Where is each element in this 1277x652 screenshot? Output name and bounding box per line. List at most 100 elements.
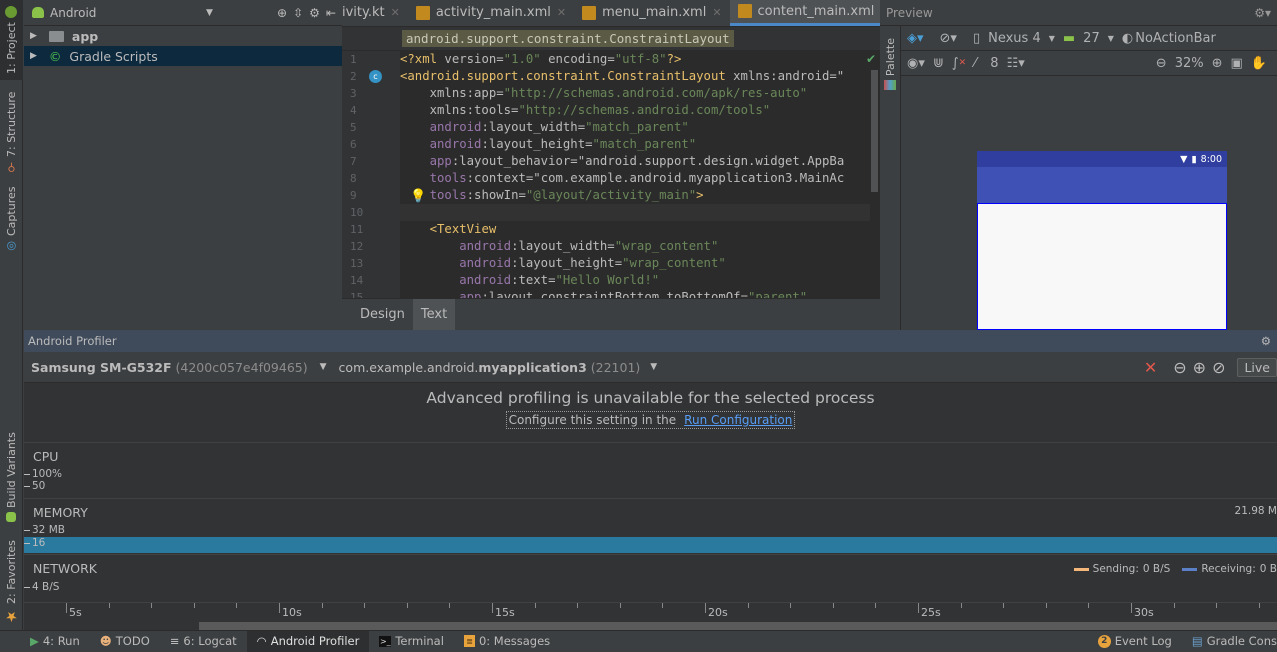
tool-tab-terminal[interactable]: >_ Terminal [369,631,454,652]
zoom-out-icon[interactable]: ⊖ [1156,56,1167,71]
code-line[interactable]: <?xml version="1.0" encoding="utf-8"?> [400,51,870,68]
tree-item-app[interactable]: ▶ app [24,26,342,46]
device-preview[interactable]: ▼ ▮ 8:00 [977,151,1227,330]
tool-tab-favorites[interactable]: ★ 2: Favorites [0,540,23,625]
tool-tab-build-variants-label: Build Variants [5,432,18,509]
code-area[interactable]: <?xml version="1.0" encoding="utf-8"?> <a… [400,51,870,298]
theme-selector[interactable]: NoActionBar [1135,31,1216,46]
zoom-out-icon[interactable]: ⊖ [1173,358,1186,377]
tree-item-gradle-scripts[interactable]: ▶ © Gradle Scripts [24,46,342,66]
code-line[interactable]: android:layout_width="wrap_content" [400,238,870,255]
gear-icon[interactable]: ⚙ [1261,334,1271,348]
editor-tab[interactable]: menu_main.xml ✕ [574,0,729,26]
code-line[interactable]: app:layout_behavior="android.support.des… [400,153,870,170]
tool-tab-messages[interactable]: ≣ 0: Messages [454,631,560,652]
memory-title: MEMORY [33,505,88,520]
gear-icon[interactable]: ⚙▾ [1254,6,1271,20]
code-line[interactable]: android:text="Hello World!" [400,272,870,289]
reset-zoom-icon[interactable]: ⊘ [1212,358,1225,377]
timeline-tick [1216,603,1218,608]
device-selector[interactable]: Nexus 4 [988,31,1041,46]
lightbulb-icon[interactable]: 💡 [410,189,426,204]
pan-hand-icon[interactable]: ✋ [1251,56,1267,71]
magnet-icon[interactable]: ⋓ [933,56,944,71]
timeline-scrollbar[interactable] [199,622,1277,630]
code-line[interactable]: app:layout_constraintBottom_toBottomOf="… [400,289,870,298]
clear-constraints-icon[interactable]: ∫ ✕ [952,56,966,71]
code-line[interactable]: android:layout_width="match_parent" [400,119,870,136]
zoom-in-icon[interactable]: ⊕ [1193,358,1206,377]
eye-icon[interactable]: ◉▾ [907,56,925,71]
stop-session-icon[interactable]: ✕ [1144,358,1157,377]
timeline-tick [151,603,153,608]
editor-tab[interactable]: ivity.kt ✕ [342,0,408,26]
code-line[interactable]: android:layout_height="wrap_content" [400,255,870,272]
process-selector[interactable]: com.example.android.myapplication3 (2210… [339,360,641,375]
project-view-selector[interactable]: Android [50,6,200,20]
breadcrumb-item[interactable]: android.support.constraint.ConstraintLay… [402,30,734,47]
memory-track[interactable]: MEMORY 21.98 M 32 MB 16 [24,499,1277,555]
run-configuration-link[interactable]: Run Configuration [684,413,792,427]
code-line[interactable]: <TextView [400,221,870,238]
network-title: NETWORK [33,561,97,576]
close-icon[interactable]: ✕ [557,6,566,19]
tab-text[interactable]: Text [412,299,456,330]
cpu-title: CPU [33,449,59,464]
hide-panel-icon[interactable]: ⇤ [326,6,336,20]
live-button[interactable]: Live [1237,357,1277,377]
tool-tab-captures[interactable]: ◎ Captures [0,185,23,255]
tool-tab-structure[interactable]: ⚲ 7: Structure [0,90,23,175]
orientation-icon[interactable]: ⊘▾ [940,31,957,46]
class-marker-icon: c [369,70,382,83]
phone-status-bar: ▼ ▮ 8:00 [977,151,1227,167]
editor-tab[interactable]: activity_main.xml ✕ [408,0,574,26]
expand-arrow-icon[interactable]: ▶ [30,51,37,61]
fit-screen-icon[interactable]: ▣ [1231,56,1243,71]
editor-tabbar: ivity.kt ✕ activity_main.xml ✕ menu_main… [342,0,931,27]
code-line[interactable]: <android.support.constraint.ConstraintLa… [400,68,870,85]
timeline-axis[interactable]: 5s 10s 15s 20s 25s 30s [24,602,1277,622]
magic-wand-icon[interactable]: ⁄ [974,56,976,71]
palette-tab[interactable]: Palette [884,38,897,76]
code-line[interactable]: android:layout_height="match_parent" [400,136,870,153]
editor-tab-active[interactable]: content_main.xml ✕ [729,0,898,26]
tool-tab-gradle-console[interactable]: ▤ Gradle Cons [1182,631,1277,652]
terminal-icon: >_ [379,635,392,647]
scrollbar-thumb[interactable] [871,70,878,192]
chevron-down-icon[interactable]: ▼ [206,8,213,18]
tool-tab-run[interactable]: ▶ 4: Run [20,631,90,652]
tool-tab-todo[interactable]: ☻ TODO [90,631,160,652]
chevron-down-icon[interactable]: ▼ [650,362,657,372]
code-line[interactable]: tools:showIn="@layout/activity_main"> [400,187,870,204]
tool-tab-event-log[interactable]: 2 Event Log [1088,631,1182,652]
device-selector[interactable]: Samsung SM-G532F (4200c057e4f09465) [31,360,308,375]
phone-content-area[interactable] [977,203,1227,330]
chevron-down-icon[interactable]: ▼ [1108,34,1114,43]
cpu-track[interactable]: CPU 100% 50 [24,443,1277,499]
tool-tab-build-variants[interactable]: Build Variants [0,430,23,525]
zoom-in-icon[interactable]: ⊕ [1212,56,1223,71]
expand-arrow-icon[interactable]: ▶ [30,31,37,41]
collapse-icon[interactable]: ⇳ [293,6,303,20]
code-line[interactable] [400,204,870,221]
tool-tab-android-profiler[interactable]: ◠ Android Profiler [246,630,370,652]
code-line[interactable]: tools:context="com.example.android.myapp… [400,170,870,187]
code-line[interactable]: xmlns:app="http://schemas.android.com/ap… [400,85,870,102]
default-margin[interactable]: 8 [990,56,998,71]
close-icon[interactable]: ✕ [712,6,721,19]
theme-icon: ◐ [1121,30,1134,46]
tool-tab-logcat[interactable]: ≡ 6: Logcat [160,631,247,652]
gear-icon[interactable]: ⚙ [309,6,320,20]
tool-tab-project[interactable]: 1: Project [0,0,23,80]
api-level-selector[interactable]: 27 [1083,31,1100,46]
device-name: Samsung SM-G532F [31,359,172,375]
profiler-message: Advanced profiling is unavailable for th… [24,383,1277,443]
chevron-down-icon[interactable]: ▼ [320,362,327,372]
chevron-down-icon[interactable]: ▼ [1049,34,1055,43]
locate-icon[interactable]: ⊕ [277,6,287,20]
align-icon[interactable]: ☷▾ [1007,56,1025,71]
code-line[interactable]: xmlns:tools="http://schemas.android.com/… [400,102,870,119]
layers-icon[interactable]: ◈▾ [907,31,924,46]
close-icon[interactable]: ✕ [391,6,400,19]
tab-design[interactable]: Design [352,299,413,330]
